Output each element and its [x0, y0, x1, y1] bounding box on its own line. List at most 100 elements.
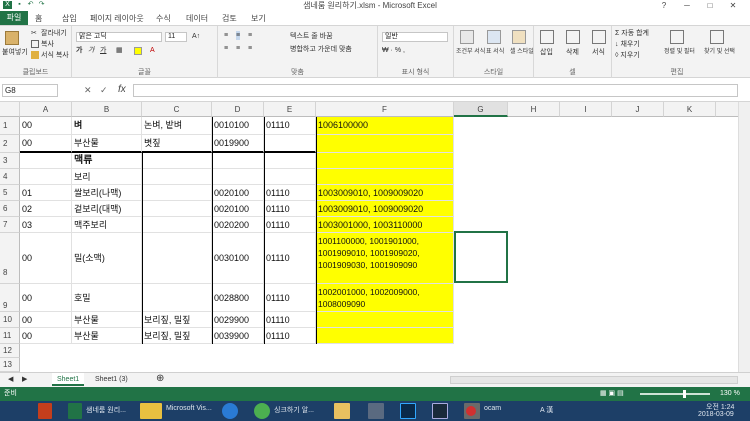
powerpoint-icon[interactable] — [38, 403, 52, 419]
lightroom-icon[interactable] — [432, 403, 448, 419]
enter-icon[interactable]: ✓ — [100, 85, 108, 96]
column-header[interactable]: A — [20, 102, 72, 117]
column-header[interactable]: I — [560, 102, 612, 117]
row-header[interactable]: 10 — [0, 312, 20, 328]
cell-f11[interactable] — [316, 328, 454, 344]
cell-d9[interactable]: 0028800 — [212, 284, 264, 312]
clear-button[interactable]: ◊ 지우기 — [615, 51, 640, 60]
table-format-button[interactable]: 표 서식 — [486, 48, 504, 57]
redo-icon[interactable]: ↷ — [37, 1, 46, 9]
tab-home[interactable]: 홈 — [35, 13, 42, 24]
ime-indicator[interactable]: A 漢 — [540, 405, 553, 415]
column-header[interactable]: K — [664, 102, 716, 117]
cell-c2[interactable]: 볏짚 — [142, 135, 212, 153]
cell-c9[interactable] — [142, 284, 212, 312]
cell-a1[interactable]: 00 — [20, 117, 72, 135]
view-buttons[interactable]: ▦ ▣ ▤ — [600, 389, 624, 398]
autosum-button[interactable]: Σ 자동 합계 — [615, 29, 649, 38]
tab-insert[interactable]: 삽입 — [62, 13, 77, 24]
worksheet-grid[interactable]: A B C D E F G H I J K 1 00 벼 논벼, 밭벼 0010… — [0, 102, 750, 372]
paste-icon[interactable] — [5, 31, 19, 45]
conditional-format-icon[interactable] — [460, 30, 474, 44]
cell-f10[interactable] — [316, 312, 454, 328]
cell-c7[interactable] — [142, 217, 212, 233]
taskbar-ocam-label[interactable]: ocam — [484, 405, 501, 412]
row-header[interactable]: 12 — [0, 344, 20, 358]
font-name-combo[interactable]: 맑은 고딕 — [76, 32, 162, 42]
conditional-format-button[interactable]: 조건부 서식 — [456, 48, 485, 57]
name-box[interactable]: G8 — [2, 84, 58, 97]
cell-c3[interactable] — [142, 153, 212, 169]
row-header[interactable]: 1 — [0, 117, 20, 135]
column-header[interactable]: E — [264, 102, 316, 117]
taskbar-visio-label[interactable]: Microsoft Vis... — [166, 405, 212, 412]
taskbar-chrome-label[interactable]: 싱크하기 알... — [274, 405, 314, 415]
delete-cells-icon[interactable] — [566, 30, 580, 44]
tab-file[interactable]: 파일 — [0, 11, 28, 25]
column-header[interactable]: F — [316, 102, 454, 117]
active-cell-g8[interactable] — [454, 231, 508, 283]
cell-e6[interactable]: 01110 — [264, 201, 316, 217]
align-left-icon[interactable]: ≡ — [224, 44, 228, 53]
cell-f1[interactable]: 1006100000 — [316, 117, 454, 135]
zoom-slider[interactable] — [640, 393, 710, 395]
select-all-corner[interactable] — [0, 102, 20, 117]
cell-b10[interactable]: 부산물 — [72, 312, 142, 328]
cell-d5[interactable]: 0020100 — [212, 185, 264, 201]
ocam-icon[interactable] — [466, 406, 476, 416]
add-sheet-button[interactable]: ⊕ — [156, 374, 164, 384]
row-header[interactable]: 7 — [0, 217, 20, 233]
cell-a3[interactable] — [20, 153, 72, 169]
cell-d3[interactable] — [212, 153, 264, 169]
cell-e9[interactable]: 01110 — [264, 284, 316, 312]
zoom-level[interactable]: 130 % — [720, 389, 740, 398]
save-icon[interactable]: ▪ — [15, 1, 24, 9]
cell-b9[interactable]: 호밀 — [72, 284, 142, 312]
vertical-scrollbar[interactable] — [738, 102, 750, 372]
format-cells-button[interactable]: 서식 — [592, 48, 605, 57]
cell-e2[interactable] — [264, 135, 316, 153]
find-select-button[interactable]: 찾기 및 선택 — [704, 48, 735, 57]
cell-d6[interactable]: 0020100 — [212, 201, 264, 217]
row-header[interactable]: 11 — [0, 328, 20, 344]
maximize-button[interactable]: □ — [700, 0, 720, 11]
ie-icon[interactable] — [222, 403, 238, 419]
row-header[interactable]: 2 — [0, 135, 20, 153]
cell-b4[interactable]: 보리 — [72, 169, 142, 185]
cell-e7[interactable]: 01110 — [264, 217, 316, 233]
column-header[interactable]: G — [454, 102, 508, 117]
sort-filter-button[interactable]: 정렬 및 필터 — [664, 48, 695, 57]
sort-filter-icon[interactable] — [670, 30, 684, 44]
cell-f4[interactable] — [316, 169, 454, 185]
cell-style-button[interactable]: 셀 스타일 — [510, 48, 534, 57]
sheet-tab-sheet1-3[interactable]: Sheet1 (3) — [90, 373, 133, 386]
zoom-slider-thumb[interactable] — [683, 390, 686, 398]
start-icon[interactable] — [6, 403, 24, 419]
cell-a9[interactable]: 00 — [20, 284, 72, 312]
sheet-tab-sheet1[interactable]: Sheet1 — [52, 373, 85, 386]
currency-icon[interactable]: ₩ · % , — [382, 46, 405, 55]
cell-f8[interactable]: 1001100000, 1001901000, 1001909010, 1001… — [316, 233, 454, 284]
copy-button[interactable]: 복사 — [31, 40, 54, 49]
row-header[interactable]: 5 — [0, 185, 20, 201]
cell-d8[interactable]: 0030100 — [212, 233, 264, 284]
table-format-icon[interactable] — [487, 30, 501, 44]
column-header[interactable]: D — [212, 102, 264, 117]
next-sheet-icon[interactable]: ▶ — [22, 375, 27, 384]
cell-a6[interactable]: 02 — [20, 201, 72, 217]
row-header[interactable]: 13 — [0, 358, 20, 372]
cell-e10[interactable]: 01110 — [264, 312, 316, 328]
cell-d2[interactable]: 0019900 — [212, 135, 264, 153]
cell-a8[interactable]: 00 — [20, 233, 72, 284]
prev-sheet-icon[interactable]: ◀ — [8, 375, 13, 384]
cell-a7[interactable]: 03 — [20, 217, 72, 233]
cell-b8[interactable]: 밀(소맥) — [72, 233, 142, 284]
insert-function-button[interactable]: fx — [118, 84, 126, 95]
undo-icon[interactable]: ↶ — [26, 1, 35, 9]
format-painter-button[interactable]: 서식 복사 — [31, 51, 69, 60]
paste-button[interactable]: 붙여넣기 — [2, 48, 28, 57]
cell-style-icon[interactable] — [512, 30, 526, 44]
cell-b2[interactable]: 부산물 — [72, 135, 142, 153]
tab-formulas[interactable]: 수식 — [156, 13, 171, 24]
cell-f5[interactable]: 1003009010, 1009009020 — [316, 185, 454, 201]
